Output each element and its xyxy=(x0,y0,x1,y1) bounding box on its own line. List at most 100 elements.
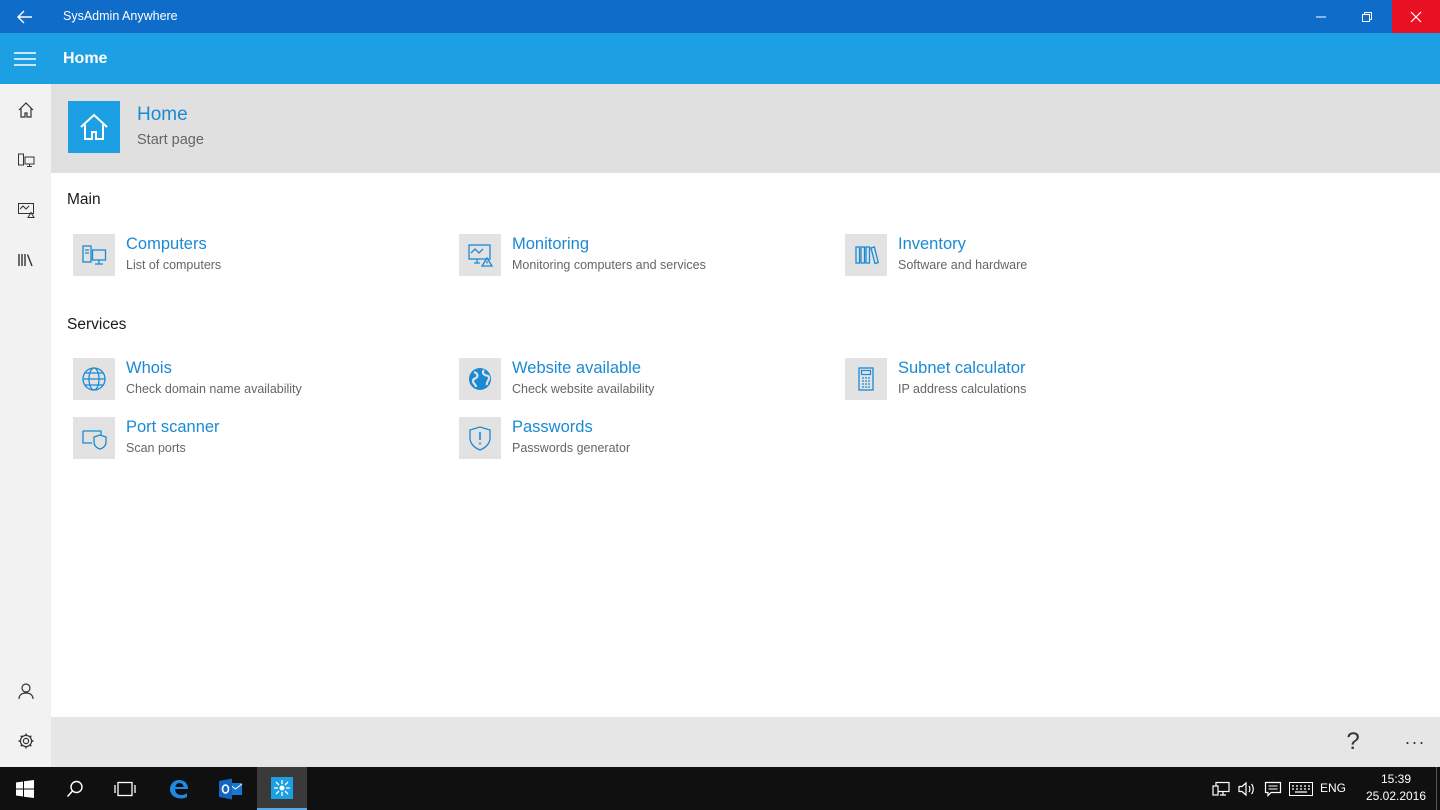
section-title-services: Services xyxy=(67,316,127,333)
start-button[interactable] xyxy=(0,767,50,810)
menu-button[interactable] xyxy=(0,33,50,84)
clock-time: 15:39 xyxy=(1380,772,1412,786)
close-button[interactable] xyxy=(1392,0,1440,33)
hero-title: Home xyxy=(137,104,188,125)
item-description: List of computers xyxy=(126,258,222,272)
settings-icon xyxy=(18,733,33,749)
item-port-scanner[interactable]: Port scanner Scan ports xyxy=(67,417,427,461)
restore-icon xyxy=(1362,11,1372,22)
item-icon-tile xyxy=(845,234,887,276)
show-desktop-button[interactable] xyxy=(1436,767,1440,810)
item-description: IP address calculations xyxy=(898,382,1027,396)
close-icon xyxy=(1410,11,1422,22)
page-header-panel: Home Start page xyxy=(51,84,1440,173)
item-description: Monitoring computers and services xyxy=(512,258,706,272)
notifications-icon xyxy=(1264,781,1282,797)
title-bar: SysAdmin Anywhere xyxy=(0,0,1440,33)
item-description: Check website availability xyxy=(512,382,655,396)
hamburger-icon xyxy=(14,51,36,66)
item-icon-tile xyxy=(73,358,115,400)
monitoring-icon xyxy=(17,203,35,218)
clock-date: 25.02.2016 xyxy=(1365,789,1427,803)
item-subnet-calculator[interactable]: Subnet calculator IP address calculation… xyxy=(839,358,1199,402)
item-whois[interactable]: Whois Check domain name availability xyxy=(67,358,427,402)
item-website-available[interactable]: Website available Check website availabi… xyxy=(453,358,813,402)
computers-icon xyxy=(82,245,107,265)
window-title: SysAdmin Anywhere xyxy=(63,9,178,23)
task-view-icon xyxy=(114,781,136,796)
globe-icon xyxy=(82,367,106,391)
port-shield-icon xyxy=(82,430,107,450)
item-label: Monitoring xyxy=(512,235,590,253)
home-icon xyxy=(80,113,108,140)
section-title-main: Main xyxy=(67,191,101,208)
system-clock[interactable]: 15:39 25.02.2016 xyxy=(1360,771,1432,805)
item-inventory[interactable]: Inventory Software and hardware xyxy=(839,234,1199,278)
search-button[interactable] xyxy=(50,767,100,810)
hero-subtitle: Start page xyxy=(137,132,204,148)
rail-item-home[interactable] xyxy=(0,86,51,134)
outlook-icon xyxy=(219,778,243,799)
item-label: Whois xyxy=(126,359,172,377)
item-icon-tile xyxy=(459,417,501,459)
command-bar: ? ··· xyxy=(51,717,1440,767)
rail-item-inventory[interactable] xyxy=(0,236,51,284)
task-view-button[interactable] xyxy=(100,767,150,810)
rail-item-user[interactable] xyxy=(0,667,51,715)
search-icon xyxy=(66,780,83,797)
shield-alert-icon xyxy=(469,426,491,451)
inventory-icon xyxy=(855,246,879,265)
edge-icon xyxy=(170,779,188,798)
back-button[interactable] xyxy=(0,0,50,33)
item-computers[interactable]: Computers List of computers xyxy=(67,234,427,278)
calculator-icon xyxy=(858,367,874,391)
item-icon-tile xyxy=(845,358,887,400)
sysadmin-app-icon xyxy=(271,776,293,799)
user-icon xyxy=(17,683,34,700)
more-button[interactable]: ··· xyxy=(1397,717,1433,767)
page-title: Home xyxy=(63,50,108,67)
network-icon xyxy=(1212,781,1230,796)
item-icon-tile xyxy=(73,417,115,459)
item-label: Subnet calculator xyxy=(898,359,1026,377)
keyboard-icon xyxy=(1289,781,1313,796)
app-header: Home xyxy=(0,33,1440,84)
monitoring-icon xyxy=(468,244,493,267)
inventory-icon xyxy=(17,254,33,267)
minimize-icon xyxy=(1316,16,1326,17)
item-description: Passwords generator xyxy=(512,441,631,455)
item-label: Website available xyxy=(512,359,642,377)
item-label: Computers xyxy=(126,235,207,253)
item-label: Passwords xyxy=(512,418,593,436)
home-icon xyxy=(18,102,33,118)
windows-start-icon xyxy=(16,779,34,798)
back-arrow-icon xyxy=(17,10,32,23)
computers-icon xyxy=(17,153,34,167)
tray-volume[interactable] xyxy=(1236,767,1258,810)
help-button[interactable]: ? xyxy=(1335,717,1371,767)
item-passwords[interactable]: Passwords Passwords generator xyxy=(453,417,813,461)
item-label: Inventory xyxy=(898,235,966,253)
item-description: Scan ports xyxy=(126,441,186,455)
volume-icon xyxy=(1238,781,1254,796)
rail-item-settings[interactable] xyxy=(0,717,51,765)
windows-taskbar: ENG 15:39 25.02.2016 xyxy=(0,767,1440,810)
item-icon-tile xyxy=(459,358,501,400)
outlook-taskbar-button[interactable] xyxy=(206,767,256,810)
item-icon-tile xyxy=(73,234,115,276)
edge-taskbar-button[interactable] xyxy=(154,767,204,810)
tray-notifications[interactable] xyxy=(1262,767,1284,810)
rail-item-monitoring[interactable] xyxy=(0,186,51,234)
item-monitoring[interactable]: Monitoring Monitoring computers and serv… xyxy=(453,234,813,278)
rail-item-computers[interactable] xyxy=(0,136,51,184)
world-icon xyxy=(469,368,491,390)
minimize-button[interactable] xyxy=(1298,0,1344,33)
restore-button[interactable] xyxy=(1344,0,1390,33)
tray-keyboard[interactable] xyxy=(1288,767,1314,810)
tray-network[interactable] xyxy=(1210,767,1232,810)
hero-tile xyxy=(68,101,120,153)
input-language[interactable]: ENG xyxy=(1320,767,1346,810)
sysadmin-taskbar-button[interactable] xyxy=(257,767,307,810)
item-icon-tile xyxy=(459,234,501,276)
item-description: Software and hardware xyxy=(898,258,1028,272)
